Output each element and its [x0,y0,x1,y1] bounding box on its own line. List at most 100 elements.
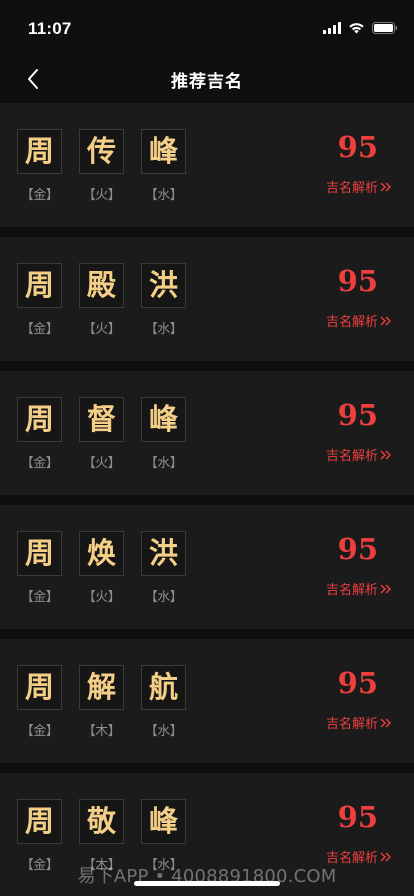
name-card[interactable]: 周 【金】 督 【火】 峰 【水】 95 吉名解析 [0,371,414,495]
five-element-label: 【金】 [20,858,59,873]
five-element-label: 【木】 [82,724,121,739]
five-element-label: 【火】 [82,456,121,471]
character-column: 周 【金】 [17,665,62,739]
five-element-label: 【金】 [20,322,59,337]
status-icons [323,21,398,35]
character-column: 敬 【木】 [79,799,124,873]
name-card[interactable]: 周 【金】 敬 【木】 峰 【水】 95 吉名解析 [0,773,414,896]
double-chevron-right-icon [380,182,391,191]
battery-icon [372,22,398,34]
name-card[interactable]: 周 【金】 解 【木】 航 【水】 95 吉名解析 [0,639,414,763]
name-analysis-link[interactable]: 吉名解析 [326,847,392,866]
name-list: 周 【金】 传 【火】 峰 【水】 95 吉名解析 周 【金】 殿 【火】 洪 … [0,103,414,896]
five-element-label: 【水】 [144,456,183,471]
five-element-label: 【金】 [20,188,59,203]
name-card[interactable]: 周 【金】 殿 【火】 洪 【水】 95 吉名解析 [0,237,414,361]
name-analysis-link[interactable]: 吉名解析 [326,311,392,330]
five-element-label: 【水】 [144,724,183,739]
character-column: 周 【金】 [17,799,62,873]
name-characters: 周 【金】 敬 【木】 峰 【水】 [17,799,186,873]
name-character: 航 [141,665,186,710]
five-element-label: 【金】 [20,456,59,471]
name-card[interactable]: 周 【金】 焕 【火】 洪 【水】 95 吉名解析 [0,505,414,629]
analysis-link-label: 吉名解析 [325,315,378,330]
double-chevron-right-icon [380,718,391,727]
status-bar: 11:07 [0,0,414,50]
name-character: 周 [17,665,62,710]
character-column: 峰 【水】 [141,799,186,873]
name-character: 峰 [141,129,186,174]
name-score: 95 [337,800,378,834]
name-score: 95 [337,130,378,164]
five-element-label: 【水】 [144,590,183,605]
analysis-link-label: 吉名解析 [325,583,378,598]
analysis-link-label: 吉名解析 [325,717,378,732]
name-character: 峰 [141,799,186,844]
name-score: 95 [337,666,378,700]
page-title: 推荐吉名 [171,72,243,92]
name-characters: 周 【金】 殿 【火】 洪 【水】 [17,263,186,337]
home-indicator[interactable] [134,881,280,886]
name-analysis-link[interactable]: 吉名解析 [326,177,392,196]
five-element-label: 【火】 [82,322,121,337]
name-characters: 周 【金】 督 【火】 峰 【水】 [17,397,186,471]
character-column: 周 【金】 [17,531,62,605]
wifi-icon [349,23,364,34]
status-time: 11:07 [28,19,72,38]
five-element-label: 【火】 [82,590,121,605]
name-analysis-link[interactable]: 吉名解析 [326,713,392,732]
character-column: 峰 【水】 [141,397,186,471]
name-card[interactable]: 周 【金】 传 【火】 峰 【水】 95 吉名解析 [0,103,414,227]
name-character: 周 [17,129,62,174]
navigation-bar: 推荐吉名 [0,52,414,104]
name-character: 敬 [79,799,124,844]
five-element-label: 【水】 [144,322,183,337]
character-column: 周 【金】 [17,129,62,203]
name-character: 周 [17,263,62,308]
name-score: 95 [337,398,378,432]
five-element-label: 【水】 [144,188,183,203]
name-characters: 周 【金】 焕 【火】 洪 【水】 [17,531,186,605]
character-column: 传 【火】 [79,129,124,203]
name-score: 95 [337,532,378,566]
name-character: 殿 [79,263,124,308]
five-element-label: 【水】 [144,858,183,873]
character-column: 周 【金】 [17,263,62,337]
character-column: 督 【火】 [79,397,124,471]
five-element-label: 【火】 [82,188,121,203]
analysis-link-label: 吉名解析 [325,449,378,464]
double-chevron-right-icon [380,316,391,325]
name-characters: 周 【金】 解 【木】 航 【水】 [17,665,186,739]
five-element-label: 【木】 [82,858,121,873]
character-column: 峰 【水】 [141,129,186,203]
double-chevron-right-icon [380,584,391,593]
name-characters: 周 【金】 传 【火】 峰 【水】 [17,129,186,203]
five-element-label: 【金】 [20,724,59,739]
name-character: 焕 [79,531,124,576]
name-character: 传 [79,129,124,174]
name-analysis-link[interactable]: 吉名解析 [326,579,392,598]
character-column: 洪 【水】 [141,263,186,337]
five-element-label: 【金】 [20,590,59,605]
character-column: 解 【木】 [79,665,124,739]
name-character: 洪 [141,263,186,308]
name-score: 95 [337,264,378,298]
double-chevron-right-icon [380,450,391,459]
character-column: 焕 【火】 [79,531,124,605]
name-character: 周 [17,397,62,442]
character-column: 洪 【水】 [141,531,186,605]
cellular-signal-icon [323,22,341,34]
name-analysis-link[interactable]: 吉名解析 [326,445,392,464]
analysis-link-label: 吉名解析 [325,181,378,196]
double-chevron-right-icon [380,852,391,861]
character-column: 周 【金】 [17,397,62,471]
name-character: 峰 [141,397,186,442]
name-character: 督 [79,397,124,442]
analysis-link-label: 吉名解析 [325,851,378,866]
name-character: 解 [79,665,124,710]
character-column: 航 【水】 [141,665,186,739]
name-character: 周 [17,531,62,576]
character-column: 殿 【火】 [79,263,124,337]
name-character: 周 [17,799,62,844]
name-character: 洪 [141,531,186,576]
